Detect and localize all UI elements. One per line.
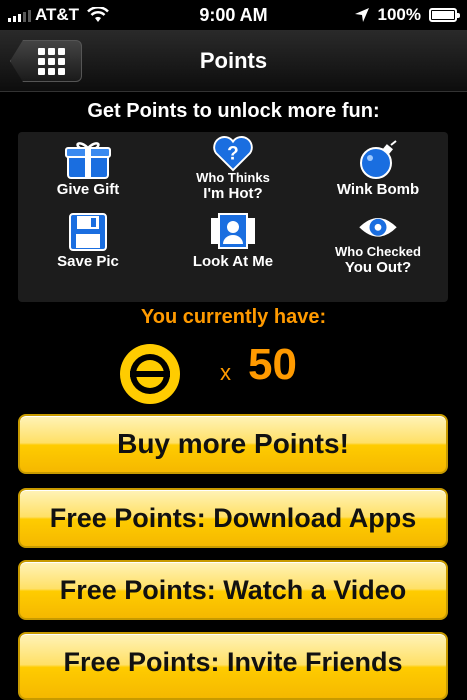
invite-friends-button[interactable]: Free Points: Invite Friends (18, 632, 448, 700)
wifi-icon (87, 7, 109, 22)
battery-percent: 100% (377, 5, 421, 24)
feature-label: Give Gift (56, 181, 120, 198)
battery-icon (429, 8, 460, 22)
floppy-disk-icon (69, 213, 107, 251)
buy-points-button[interactable]: Buy more Points! (18, 414, 448, 474)
unlock-headline: Get Points to unlock more fun: (87, 100, 380, 122)
feature-label: Wink Bomb (336, 181, 420, 198)
multiplier-sign: x (220, 360, 231, 385)
feature-label: Look At Me (192, 253, 274, 270)
points-balance: x 50 (0, 336, 467, 406)
points-count: 50 (248, 340, 297, 389)
feature-label: Save Pic (57, 253, 119, 270)
feature-give-gift[interactable]: Give Gift (18, 140, 158, 197)
feature-who-checked-you-out[interactable]: Who Checked You Out? (308, 212, 448, 275)
status-bar: AT&T 9:00 AM 100% (0, 0, 467, 30)
feature-look-at-me[interactable]: Look At Me (163, 212, 303, 269)
download-apps-button[interactable]: Free Points: Download Apps (18, 488, 448, 548)
svg-text:?: ? (227, 144, 239, 165)
feature-label-line2: You Out? (344, 259, 412, 276)
feature-label-line1: Who Checked (335, 244, 421, 259)
feature-save-pic[interactable]: Save Pic (18, 212, 158, 269)
balance-label: You currently have: (140, 306, 327, 328)
feature-label-line2: I'm Hot? (203, 185, 263, 202)
heart-question-icon: ? (213, 136, 253, 172)
bomb-icon (360, 140, 397, 179)
points-coin-icon (120, 344, 180, 404)
feature-wink-bomb[interactable]: Wink Bomb (308, 140, 448, 197)
navigation-bar: Points (0, 30, 467, 92)
feature-label-line1: Who Thinks (196, 170, 270, 185)
eye-icon (359, 217, 397, 237)
gift-icon (65, 142, 111, 179)
spotlight-photo-icon (211, 213, 255, 249)
page-title: Points (199, 48, 268, 73)
carrier-name: AT&T (35, 5, 80, 24)
watch-video-button[interactable]: Free Points: Watch a Video (18, 560, 448, 620)
feature-who-thinks-im-hot[interactable]: ? Who Thinks I'm Hot? (163, 134, 303, 201)
location-arrow-icon (354, 8, 369, 22)
main-content: Get Points to unlock more fun: Give Gift… (0, 92, 467, 700)
signal-strength-icon (8, 8, 31, 22)
features-panel: Give Gift ? Who Thinks I'm Hot? Wink Bom… (18, 132, 448, 302)
